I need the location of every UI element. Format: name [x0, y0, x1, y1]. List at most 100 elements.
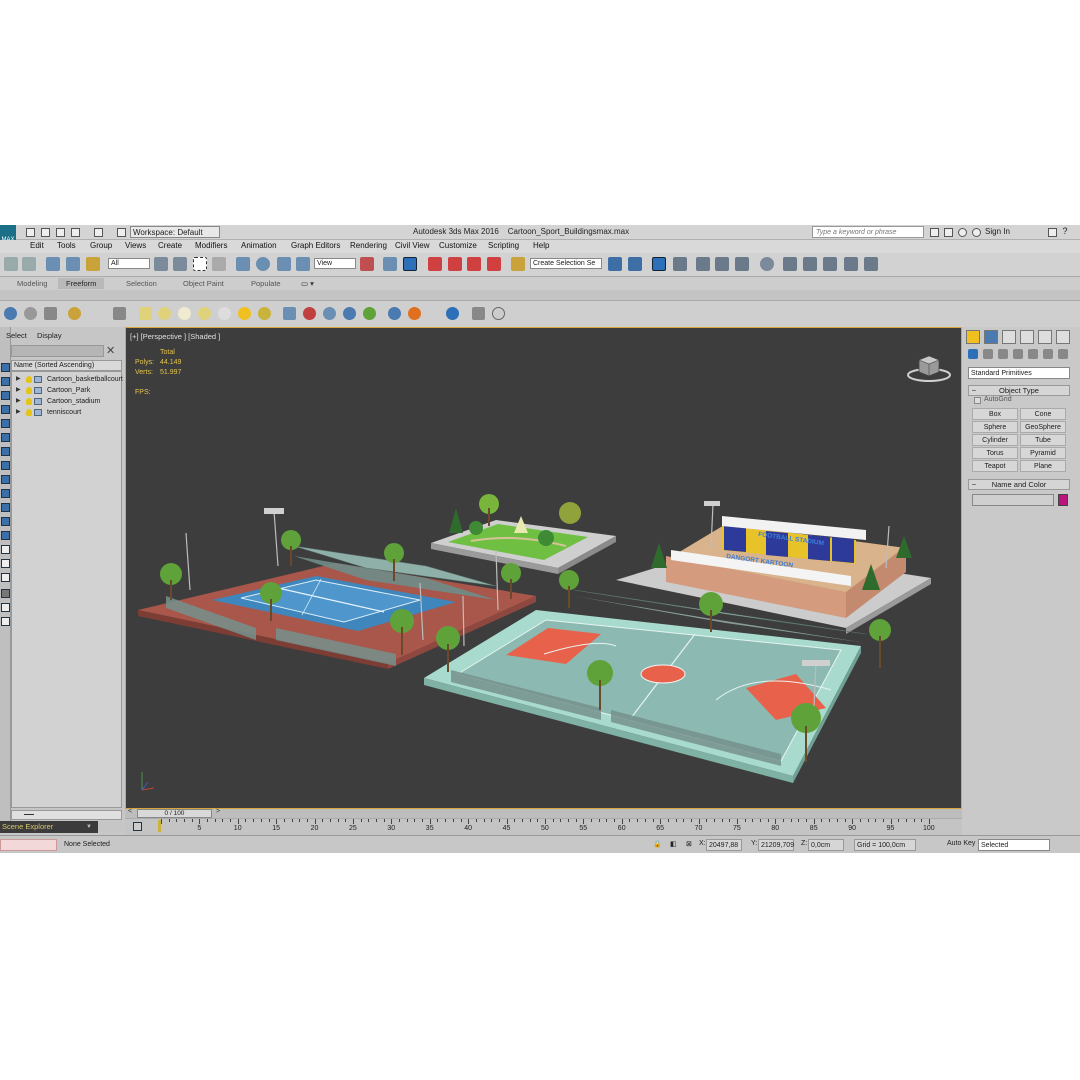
column-header-name[interactable]: Name (Sorted Ascending)	[11, 360, 122, 371]
tab-object-paint[interactable]: Object Paint	[175, 278, 232, 289]
list-item[interactable]: ▶ tenniscourt	[12, 407, 121, 418]
filter-groups-icon[interactable]	[1, 489, 10, 498]
select-and-link-icon[interactable]	[46, 257, 60, 271]
place-icon[interactable]	[296, 257, 310, 271]
utilities-tab-icon[interactable]	[1056, 330, 1070, 344]
expand-arrow-icon[interactable]: ▶	[16, 385, 21, 396]
maxscript-listener[interactable]	[0, 839, 57, 851]
schematic-view-icon[interactable]	[735, 257, 749, 271]
particles-icon[interactable]	[303, 307, 316, 320]
exchange-icon[interactable]	[1048, 228, 1057, 237]
slider-right-arrow-icon[interactable]: >	[216, 808, 220, 815]
reference-coordinate-dropdown[interactable]: View	[314, 258, 356, 269]
search-input[interactable]: Type a keyword or phrase	[812, 226, 924, 238]
biped-icon[interactable]	[323, 307, 336, 320]
grid-icon[interactable]	[283, 307, 296, 320]
auto-key-button[interactable]: Auto Key	[947, 840, 975, 847]
filter-funnel-icon[interactable]	[1, 589, 10, 598]
cylinder-button[interactable]: Cylinder	[972, 434, 1018, 446]
select-manipulate-icon[interactable]	[383, 257, 397, 271]
globe-icon[interactable]	[343, 307, 356, 320]
render-setup-icon[interactable]	[783, 257, 797, 271]
geosphere-button[interactable]: GeoSphere	[1020, 421, 1066, 433]
menu-graph-editors[interactable]: Graph Editors	[291, 241, 340, 250]
scroll-thumb[interactable]	[24, 814, 34, 815]
filter-hidden-icon[interactable]	[1, 559, 10, 568]
filter-all-icon[interactable]	[1, 573, 10, 582]
menu-group[interactable]: Group	[90, 241, 112, 250]
explorer-tab-display[interactable]: Display	[37, 331, 62, 340]
menu-help[interactable]: Help	[533, 241, 549, 250]
rendered-frame-window-icon[interactable]	[803, 257, 817, 271]
filter-bones-icon[interactable]	[1, 517, 10, 526]
tab-freeform[interactable]: Freeform	[58, 278, 105, 289]
explorer-scrollbar[interactable]	[11, 810, 122, 820]
unlink-icon[interactable]	[66, 257, 80, 271]
explorer-tab-select[interactable]: Select	[6, 331, 27, 340]
favorites-star-icon[interactable]	[958, 228, 967, 237]
list-item[interactable]: ▶ Cartoon_basketballcourt	[12, 374, 123, 385]
help-icon[interactable]: ?	[1060, 226, 1070, 237]
object-name-input[interactable]	[972, 494, 1054, 506]
shapes-icon[interactable]	[983, 349, 993, 359]
plane-primitive-icon[interactable]	[139, 307, 152, 320]
align-icon[interactable]	[628, 257, 642, 271]
light-bulb-icon[interactable]	[26, 409, 32, 416]
mini-curve-editor-icon[interactable]	[133, 822, 142, 831]
menu-civil-view[interactable]: Civil View	[395, 241, 430, 250]
tab-modeling[interactable]: Modeling	[9, 278, 55, 289]
autogrid-checkbox[interactable]	[974, 397, 981, 404]
list-item[interactable]: ▶ Cartoon_stadium	[12, 396, 121, 407]
menu-views[interactable]: Views	[125, 241, 146, 250]
redo-icon[interactable]	[94, 228, 103, 237]
help-circle-icon[interactable]	[492, 307, 505, 320]
grass-icon[interactable]	[363, 307, 376, 320]
save-file-icon[interactable]	[56, 228, 65, 237]
a360-gallery-icon[interactable]	[864, 257, 878, 271]
filter-spacewarps-icon[interactable]	[1, 475, 10, 484]
geometry-icon[interactable]	[968, 349, 978, 359]
display-tab-icon[interactable]	[1038, 330, 1052, 344]
plane-button[interactable]: Plane	[1020, 460, 1066, 472]
mushroom-icon[interactable]	[198, 307, 211, 320]
light-icon[interactable]	[68, 307, 81, 320]
sun-icon[interactable]	[238, 307, 251, 320]
render-production-icon[interactable]	[823, 257, 837, 271]
menu-modifiers[interactable]: Modifiers	[195, 241, 227, 250]
percent-snap-icon[interactable]	[467, 257, 481, 271]
ribbon-toggle-icon[interactable]	[696, 257, 710, 271]
systems-icon[interactable]	[1058, 349, 1068, 359]
sphere-gold-icon[interactable]	[258, 307, 271, 320]
hemisphere-icon[interactable]	[158, 307, 171, 320]
name-and-color-rollout[interactable]: – Name and Color	[968, 479, 1070, 490]
menu-animation[interactable]: Animation	[241, 241, 277, 250]
menu-edit[interactable]: Edit	[30, 241, 44, 250]
angle-snap-icon[interactable]	[448, 257, 462, 271]
light-bulb-icon[interactable]	[26, 398, 32, 405]
cone-button[interactable]: Cone	[1020, 408, 1066, 420]
collapse-icon[interactable]: –	[972, 480, 976, 490]
find-icon[interactable]	[1, 603, 10, 612]
isolate-icon[interactable]: ◧	[670, 840, 677, 848]
x-coordinate-field[interactable]: 20497,88	[706, 839, 742, 851]
hierarchy-tab-icon[interactable]	[1002, 330, 1016, 344]
window-crossing-icon[interactable]	[212, 257, 226, 271]
disc-icon[interactable]	[178, 307, 191, 320]
spinner-snap-icon[interactable]	[487, 257, 501, 271]
modify-tab-icon[interactable]	[984, 330, 998, 344]
tab-populate[interactable]: Populate	[243, 278, 289, 289]
snaps-toggle-icon[interactable]	[428, 257, 442, 271]
light-bulb-icon[interactable]	[26, 387, 32, 394]
close-icon[interactable]: ✕	[106, 344, 115, 357]
sync-selection-icon[interactable]	[1, 617, 10, 626]
teapot-button[interactable]: Teapot	[972, 460, 1018, 472]
environment-icon[interactable]	[388, 307, 401, 320]
primitive-category-dropdown[interactable]: Standard Primitives	[968, 367, 1070, 379]
pivot-icon[interactable]	[360, 257, 374, 271]
scene-explorer-toggle-icon[interactable]	[652, 257, 666, 271]
new-file-icon[interactable]	[26, 228, 35, 237]
named-selection-dropdown[interactable]: Create Selection Se	[530, 258, 602, 269]
filter-geometry-icon[interactable]	[1, 405, 10, 414]
filter-helpers-icon[interactable]	[1, 461, 10, 470]
create-tab-icon[interactable]	[966, 330, 980, 344]
